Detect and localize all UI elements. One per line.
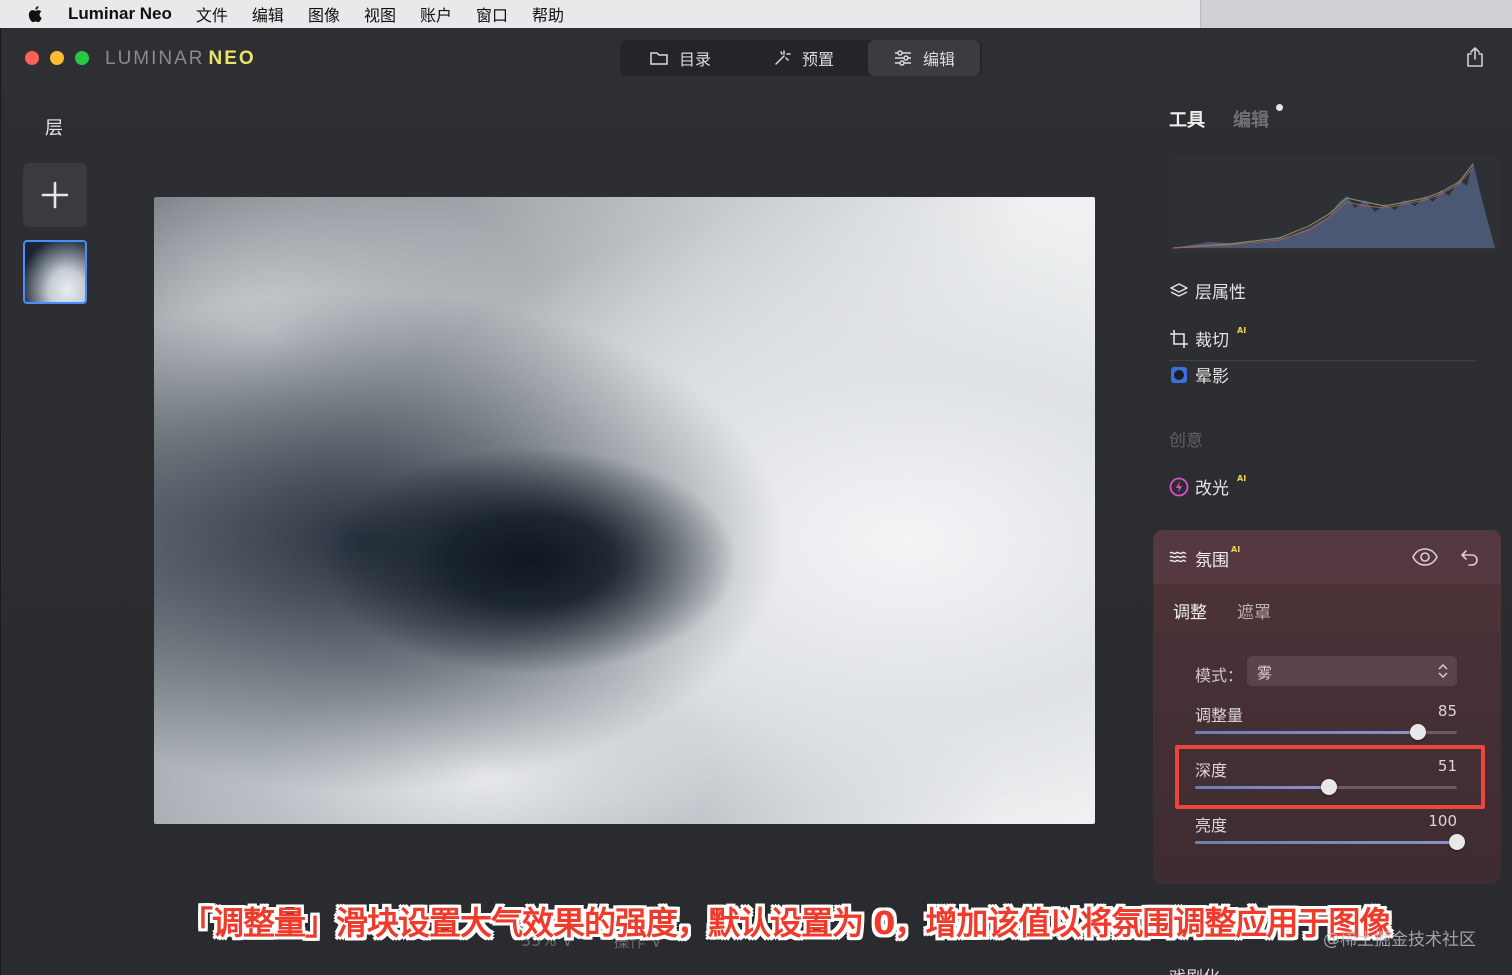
crop-icon (1170, 329, 1188, 348)
slider-brightness-knob[interactable] (1449, 834, 1465, 850)
tool-relight-label: 改光 (1195, 479, 1229, 499)
layer-thumbnail[interactable] (23, 240, 87, 304)
tab-presets[interactable]: 预置 (740, 40, 866, 76)
app-logo: LUMINAR NEO (105, 48, 256, 70)
vignette-icon (1171, 366, 1187, 383)
caption-overlay: 「调整量」滑块设置大气效果的强度，默认设置为 0，增加该值以将氛围调整应用于图像 (181, 904, 1391, 942)
tool-crop[interactable]: 裁切 AI (1169, 326, 1246, 351)
menu-help[interactable]: 帮助 (532, 2, 564, 26)
edits-indicator-dot (1276, 104, 1283, 111)
plus-icon (41, 181, 69, 209)
watermark: @稀土掘金技术社区 (1323, 930, 1476, 950)
tab-edits[interactable]: 编辑 (1233, 106, 1269, 132)
eye-icon[interactable] (1411, 546, 1439, 568)
slider-amount-track[interactable] (1195, 724, 1457, 740)
slider-brightness-track[interactable] (1195, 834, 1465, 850)
tool-relight[interactable]: 改光 AI (1169, 474, 1246, 499)
mode-select-value: 雾 (1257, 664, 1273, 682)
tab-presets-label: 预置 (801, 50, 834, 69)
app-window: LUMINAR NEO 目录 预置 编辑 层 工具 编辑 层属性 裁切 AI 晕… (0, 28, 1512, 975)
layers-title: 层 (45, 118, 63, 139)
sparkle-icon (775, 50, 791, 65)
atmosphere-ai-badge: AI (1231, 545, 1241, 554)
menu-window[interactable]: 窗口 (476, 2, 508, 26)
menu-image[interactable]: 图像 (308, 2, 340, 26)
slider-brightness-fill (1195, 841, 1457, 844)
tool-dramatic-label: 戏剧化 (1169, 963, 1220, 975)
atmosphere-subtabs: 调整 遮罩 (1153, 584, 1501, 632)
minimize-window-button[interactable] (50, 51, 64, 65)
slider-amount-value: 85 (1437, 702, 1457, 720)
layers-icon (1170, 282, 1188, 297)
menu-edit[interactable]: 编辑 (252, 2, 284, 26)
atmosphere-title: 氛围 (1195, 551, 1229, 571)
close-window-button[interactable] (25, 51, 39, 65)
mode-switcher: 目录 预置 编辑 (620, 40, 982, 76)
depth-highlight-box (1175, 745, 1485, 809)
chevron-updown-icon (1438, 664, 1448, 678)
slider-amount-fill (1195, 731, 1418, 734)
menu-file[interactable]: 文件 (196, 2, 228, 26)
creative-section-label: 创意 (1169, 431, 1203, 451)
tool-vignette[interactable]: 晕影 (1169, 362, 1229, 387)
tool-dramatic[interactable]: 戏剧化 (1169, 963, 1220, 975)
tab-tools[interactable]: 工具 (1169, 106, 1205, 132)
undo-icon[interactable] (1459, 545, 1481, 567)
logo-neo: NEO (208, 48, 256, 69)
relight-ai-badge: AI (1237, 474, 1247, 483)
tab-edit[interactable]: 编辑 (868, 40, 980, 76)
crop-ai-badge: AI (1237, 326, 1247, 335)
zoom-window-button[interactable] (75, 51, 89, 65)
tool-vignette-label: 晕影 (1195, 367, 1229, 387)
tab-catalog[interactable]: 目录 (620, 40, 740, 76)
logo-luminar: LUMINAR (105, 48, 205, 69)
tool-layer-properties-label: 层属性 (1195, 283, 1246, 303)
tool-divider (1169, 360, 1475, 361)
mode-label: 模式： (1195, 666, 1244, 685)
mode-select[interactable]: 雾 (1247, 656, 1457, 686)
menubar-status-area (1200, 0, 1512, 28)
atmosphere-panel: 氛围 AI 调整 遮罩 模式： 雾 调整量 85 深度 51 亮度 100 (1153, 530, 1501, 884)
menu-view[interactable]: 视图 (364, 2, 396, 26)
tab-edit-label: 编辑 (922, 50, 955, 69)
slider-brightness-value: 100 (1428, 812, 1457, 830)
menu-bar: Luminar Neo 文件 编辑 图像 视图 账户 窗口 帮助 (0, 0, 1512, 28)
slider-brightness-label: 亮度 (1195, 816, 1228, 835)
add-layer-button[interactable] (23, 163, 87, 227)
tool-crop-label: 裁切 (1195, 331, 1229, 351)
sliders-icon (894, 50, 911, 66)
subtab-adjust[interactable]: 调整 (1173, 598, 1207, 623)
slider-amount-knob[interactable] (1410, 724, 1426, 740)
tool-layer-properties[interactable]: 层属性 (1169, 278, 1246, 303)
apple-icon[interactable] (26, 4, 46, 24)
menu-account[interactable]: 账户 (420, 2, 452, 26)
tab-catalog-label: 目录 (678, 50, 711, 69)
share-icon[interactable] (1465, 46, 1485, 68)
atmosphere-header[interactable]: 氛围 AI (1153, 530, 1501, 584)
folder-icon (650, 52, 668, 65)
menu-app-name[interactable]: Luminar Neo (68, 4, 172, 24)
photo-canvas[interactable] (154, 197, 1095, 824)
histogram (1169, 156, 1499, 252)
subtab-mask[interactable]: 遮罩 (1237, 598, 1271, 623)
lightning-icon (1169, 477, 1189, 496)
slider-amount-label: 调整量 (1195, 706, 1244, 725)
waves-icon (1169, 551, 1187, 563)
